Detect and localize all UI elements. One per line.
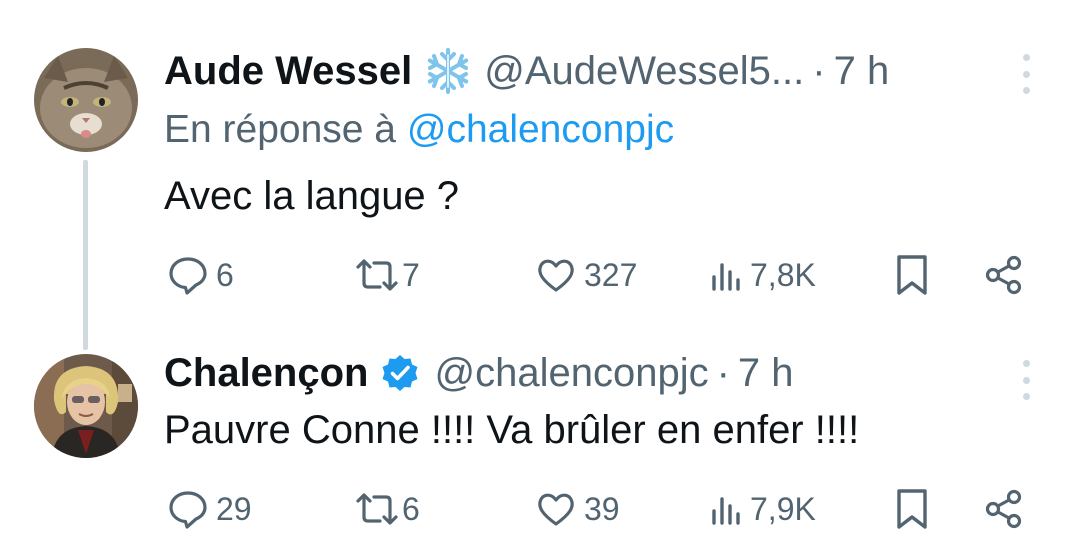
repost-button[interactable]: 6	[352, 484, 420, 534]
reply-count: 29	[216, 490, 252, 527]
like-count: 39	[584, 490, 620, 527]
like-button[interactable]: 39	[534, 484, 620, 534]
analytics-icon	[708, 487, 748, 531]
action-bar: 29 6 39 7,9K	[164, 484, 1044, 534]
analytics-icon	[708, 253, 748, 297]
views-button[interactable]: 7,8K	[708, 250, 816, 300]
separator-dot: ·	[716, 350, 730, 395]
view-count: 7,9K	[750, 490, 816, 527]
author-name[interactable]: Chalençon	[164, 351, 368, 396]
tweet-header: Chalençon @chalenconpjc · 7 h	[164, 348, 794, 398]
like-button[interactable]: 327	[534, 250, 637, 300]
snowflake-icon	[424, 47, 472, 95]
repost-icon	[352, 253, 402, 297]
tweet-header: Aude Wessel @AudeWessel5... · 7 h	[164, 46, 889, 96]
share-icon	[982, 253, 1026, 297]
cat-avatar-image	[34, 48, 138, 152]
timestamp[interactable]: 7 h	[738, 351, 794, 396]
comment-icon	[166, 487, 210, 531]
reply-context: En réponse à @chalenconpjc	[164, 108, 674, 152]
reply-button[interactable]: 29	[166, 484, 252, 534]
like-count: 327	[584, 256, 638, 293]
more-options-icon[interactable]	[1016, 360, 1036, 400]
bookmark-icon	[892, 252, 932, 298]
avatar-chalencon[interactable]	[34, 354, 138, 458]
repost-count: 7	[402, 256, 420, 293]
share-icon	[982, 487, 1026, 531]
bookmark-button[interactable]	[892, 484, 932, 534]
reply-count: 6	[216, 256, 234, 293]
share-button[interactable]	[982, 250, 1026, 300]
tweet-text: Pauvre Conne !!!! Va brûler en enfer !!!…	[164, 408, 860, 452]
repost-button[interactable]: 7	[352, 250, 420, 300]
author-name[interactable]: Aude Wessel	[164, 49, 412, 94]
bookmark-icon	[892, 486, 932, 532]
views-button[interactable]: 7,9K	[708, 484, 816, 534]
comment-icon	[166, 253, 210, 297]
separator-dot: ·	[812, 48, 826, 93]
heart-icon	[534, 253, 578, 297]
verified-badge-icon	[380, 353, 420, 393]
thread-connector-line	[83, 160, 88, 350]
more-options-icon[interactable]	[1016, 54, 1036, 94]
bookmark-button[interactable]	[892, 250, 932, 300]
timestamp[interactable]: 7 h	[834, 49, 890, 94]
avatar-aude-wessel[interactable]	[34, 48, 138, 152]
tweet-text: Avec la langue ?	[164, 174, 460, 218]
action-bar: 6 7 327 7,8K	[164, 250, 1044, 300]
reply-button[interactable]: 6	[166, 250, 234, 300]
view-count: 7,8K	[750, 256, 816, 293]
heart-icon	[534, 487, 578, 531]
share-button[interactable]	[982, 484, 1026, 534]
person-avatar-image	[34, 354, 138, 458]
author-handle[interactable]: @chalenconpjc	[434, 351, 708, 396]
author-handle[interactable]: @AudeWessel5...	[484, 49, 804, 94]
repost-icon	[352, 487, 402, 531]
reply-mention-link[interactable]: @chalenconpjc	[407, 108, 674, 151]
tweet-chalencon[interactable]: Chalençon @chalenconpjc · 7 h Pauvre Con…	[0, 330, 1080, 556]
reply-prefix: En réponse à	[164, 108, 397, 151]
tweet-aude-wessel[interactable]: Aude Wessel @AudeWessel5... · 7 h En rép…	[0, 0, 1080, 350]
repost-count: 6	[402, 490, 420, 527]
